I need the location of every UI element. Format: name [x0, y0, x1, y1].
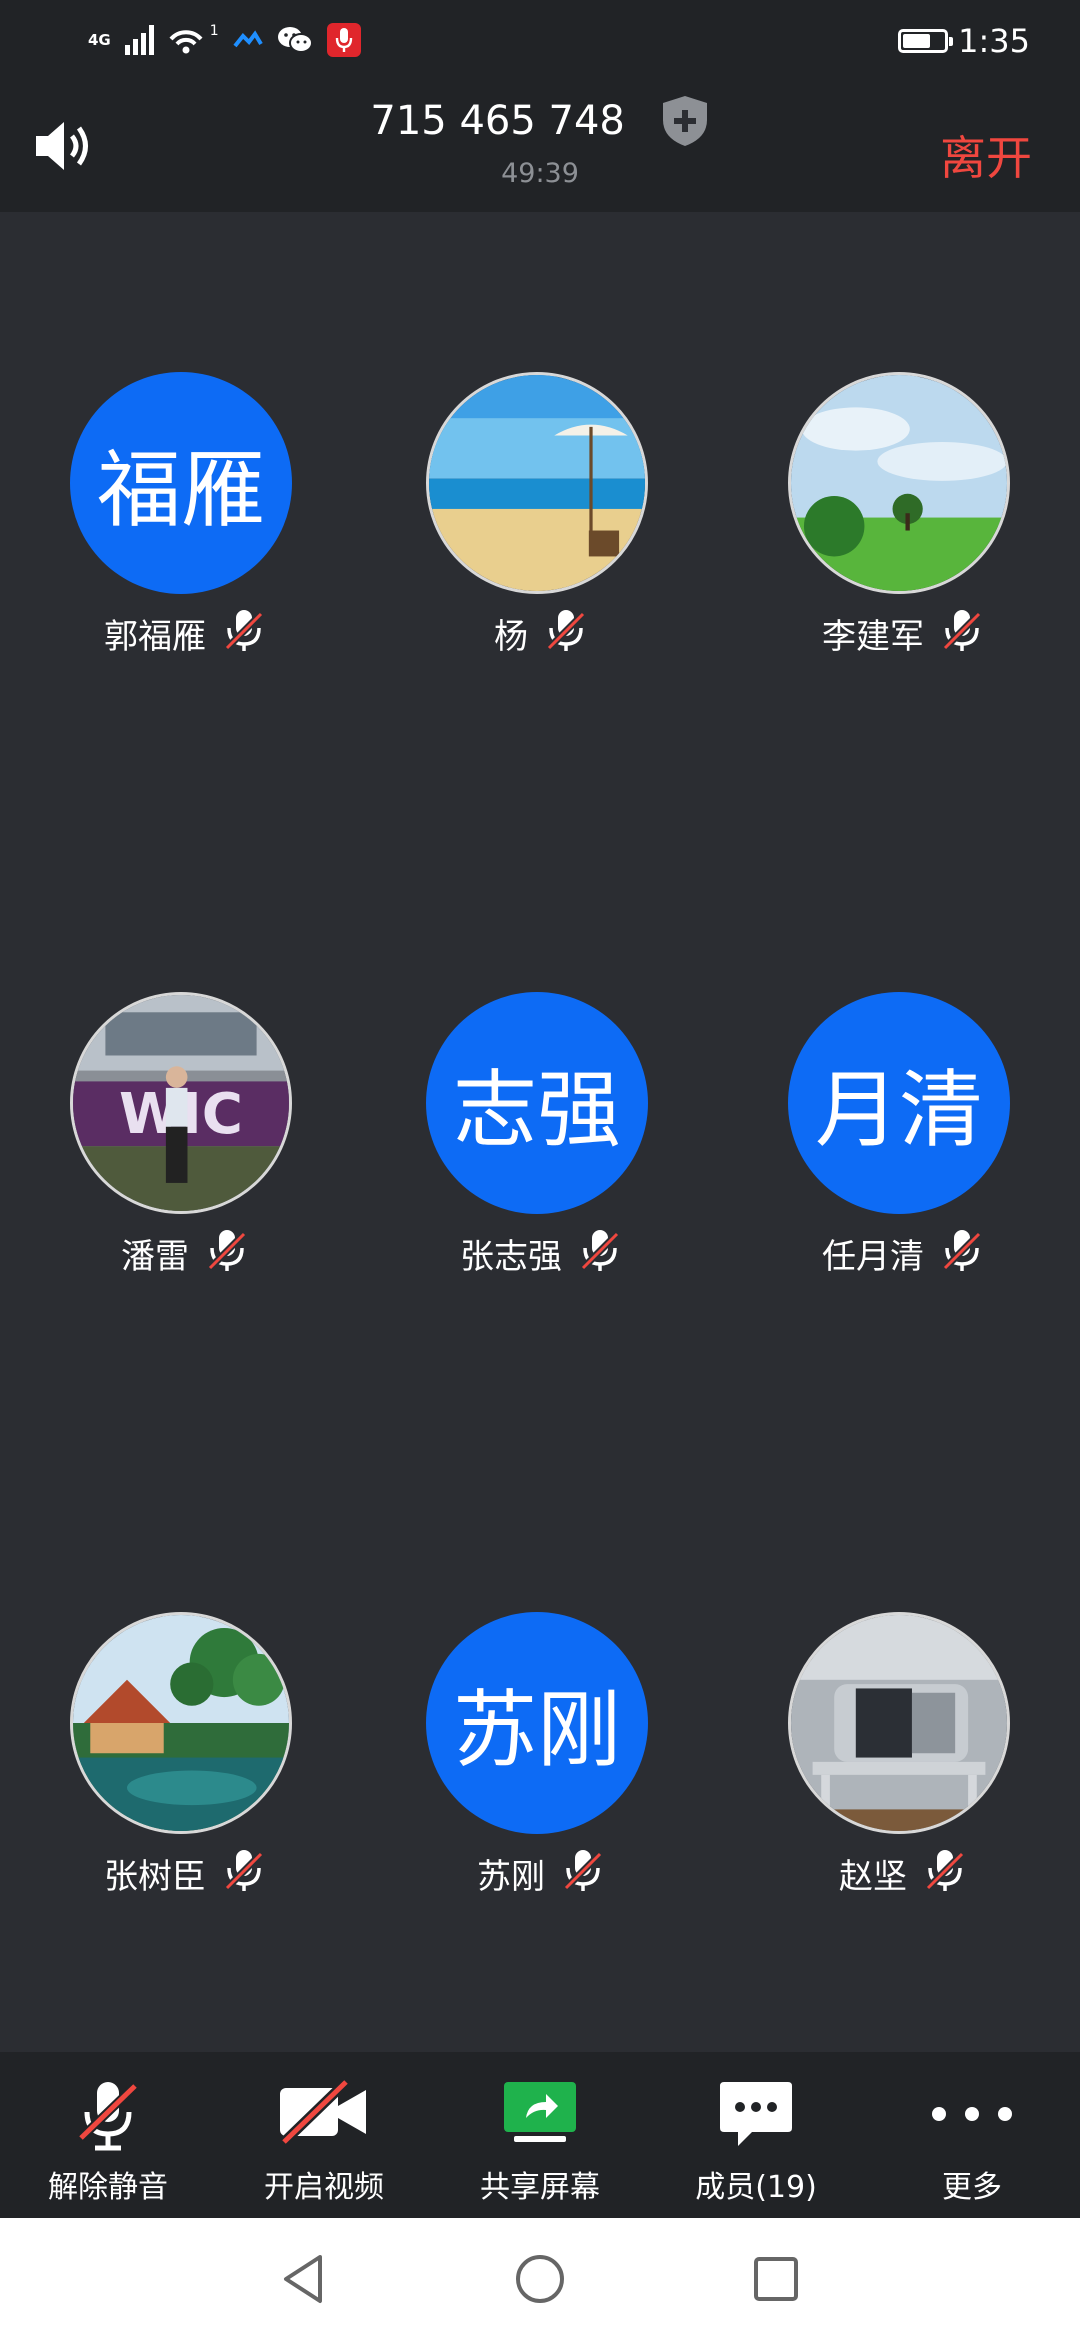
muted-mic-icon: [942, 608, 982, 658]
shield-icon[interactable]: [660, 94, 710, 148]
avatar: [788, 372, 1010, 594]
participant-name: 赵坚: [839, 1856, 907, 1897]
wifi-badge: 1: [209, 23, 219, 39]
muted-mic-icon: [77, 2082, 139, 2151]
muted-mic-icon: [224, 1848, 264, 1898]
avatar: WIC: [70, 992, 292, 1214]
meeting-header: 715 465 748 49:39 离开: [0, 80, 1080, 212]
muted-mic-icon: [207, 1228, 247, 1278]
participant-name: 任月清: [822, 1236, 924, 1277]
avatar: [426, 372, 648, 594]
participant-tile[interactable]: 杨: [390, 372, 690, 692]
battery-icon: [898, 29, 954, 53]
share-screen-icon: [504, 2082, 576, 2142]
participant-tile[interactable]: 苏刚 苏刚: [390, 1612, 690, 1932]
avatar: [70, 1612, 292, 1834]
participant-name: 张志强: [460, 1236, 562, 1277]
participant-grid: 福雁 郭福雁 杨 李建军 潘雷 志强 张志强 月清 任月清 张树臣 苏刚 苏刚 …: [0, 212, 1080, 2237]
avatar: 月清: [788, 992, 1010, 1214]
unmute-button[interactable]: 解除静音: [0, 2052, 216, 2218]
leave-button[interactable]: 离开: [940, 122, 1032, 188]
wifi-icon: [169, 30, 203, 54]
mic-recording-icon: [326, 23, 361, 57]
participant-tile[interactable]: 赵坚: [752, 1612, 1052, 1932]
app-notification-icon: [233, 30, 263, 48]
participant-tile[interactable]: 福雁 郭福雁: [34, 372, 334, 692]
meeting-timer: 49:39: [501, 158, 579, 189]
participant-tile[interactable]: 月清 任月清: [752, 992, 1052, 1312]
participant-tile[interactable]: WIC 潘雷: [34, 992, 334, 1312]
participant-name: 郭福雁: [104, 616, 206, 657]
wechat-icon: [277, 27, 313, 53]
meeting-id: 715 465 748: [370, 98, 625, 144]
video-off-icon: [280, 2078, 366, 2146]
muted-mic-icon: [925, 1848, 965, 1898]
start-video-button[interactable]: 开启视频: [216, 2052, 432, 2218]
participant-tile[interactable]: 志强 张志强: [390, 992, 690, 1312]
participant-name: 张树臣: [104, 1856, 206, 1897]
signal-icon: [124, 25, 154, 55]
muted-mic-icon: [580, 1228, 620, 1278]
avatar: 苏刚: [426, 1612, 648, 1834]
share-screen-button[interactable]: 共享屏幕: [432, 2052, 648, 2218]
more-dots-icon: [932, 2107, 1012, 2121]
meeting-id-row[interactable]: 715 465 748: [0, 94, 1080, 148]
participant-tile[interactable]: 李建军: [752, 372, 1052, 692]
chat-bubble-icon: [720, 2082, 792, 2146]
share-label: 共享屏幕: [480, 2170, 600, 2205]
participant-name: 杨: [494, 616, 528, 657]
clock: 1:35: [958, 22, 1030, 60]
more-label: 更多: [942, 2170, 1002, 2205]
avatar: [788, 1612, 1010, 1834]
meeting-toolbar: 解除静音 开启视频 共享屏幕 成员(19) 更多: [0, 2052, 1080, 2218]
more-button[interactable]: 更多: [864, 2052, 1080, 2218]
participant-name: 李建军: [822, 616, 924, 657]
muted-mic-icon: [546, 608, 586, 658]
avatar: 福雁: [70, 372, 292, 594]
participant-name: 潘雷: [121, 1236, 189, 1277]
avatar: 志强: [426, 992, 648, 1214]
video-label: 开启视频: [264, 2170, 384, 2205]
participant-tile[interactable]: 张树臣: [34, 1612, 334, 1932]
recents-icon[interactable]: [748, 2251, 804, 2307]
muted-mic-icon: [563, 1848, 603, 1898]
status-bar: 4G 1 1:35: [0, 0, 1080, 80]
network-type: 4G: [88, 31, 111, 49]
muted-mic-icon: [224, 608, 264, 658]
home-icon[interactable]: [512, 2251, 568, 2307]
members-button[interactable]: 成员(19): [648, 2052, 864, 2218]
members-label: 成员(19): [695, 2170, 817, 2205]
muted-mic-icon: [942, 1228, 982, 1278]
participant-name: 苏刚: [477, 1856, 545, 1897]
system-nav-bar: [0, 2218, 1080, 2340]
back-icon[interactable]: [276, 2251, 332, 2307]
unmute-label: 解除静音: [48, 2170, 168, 2205]
